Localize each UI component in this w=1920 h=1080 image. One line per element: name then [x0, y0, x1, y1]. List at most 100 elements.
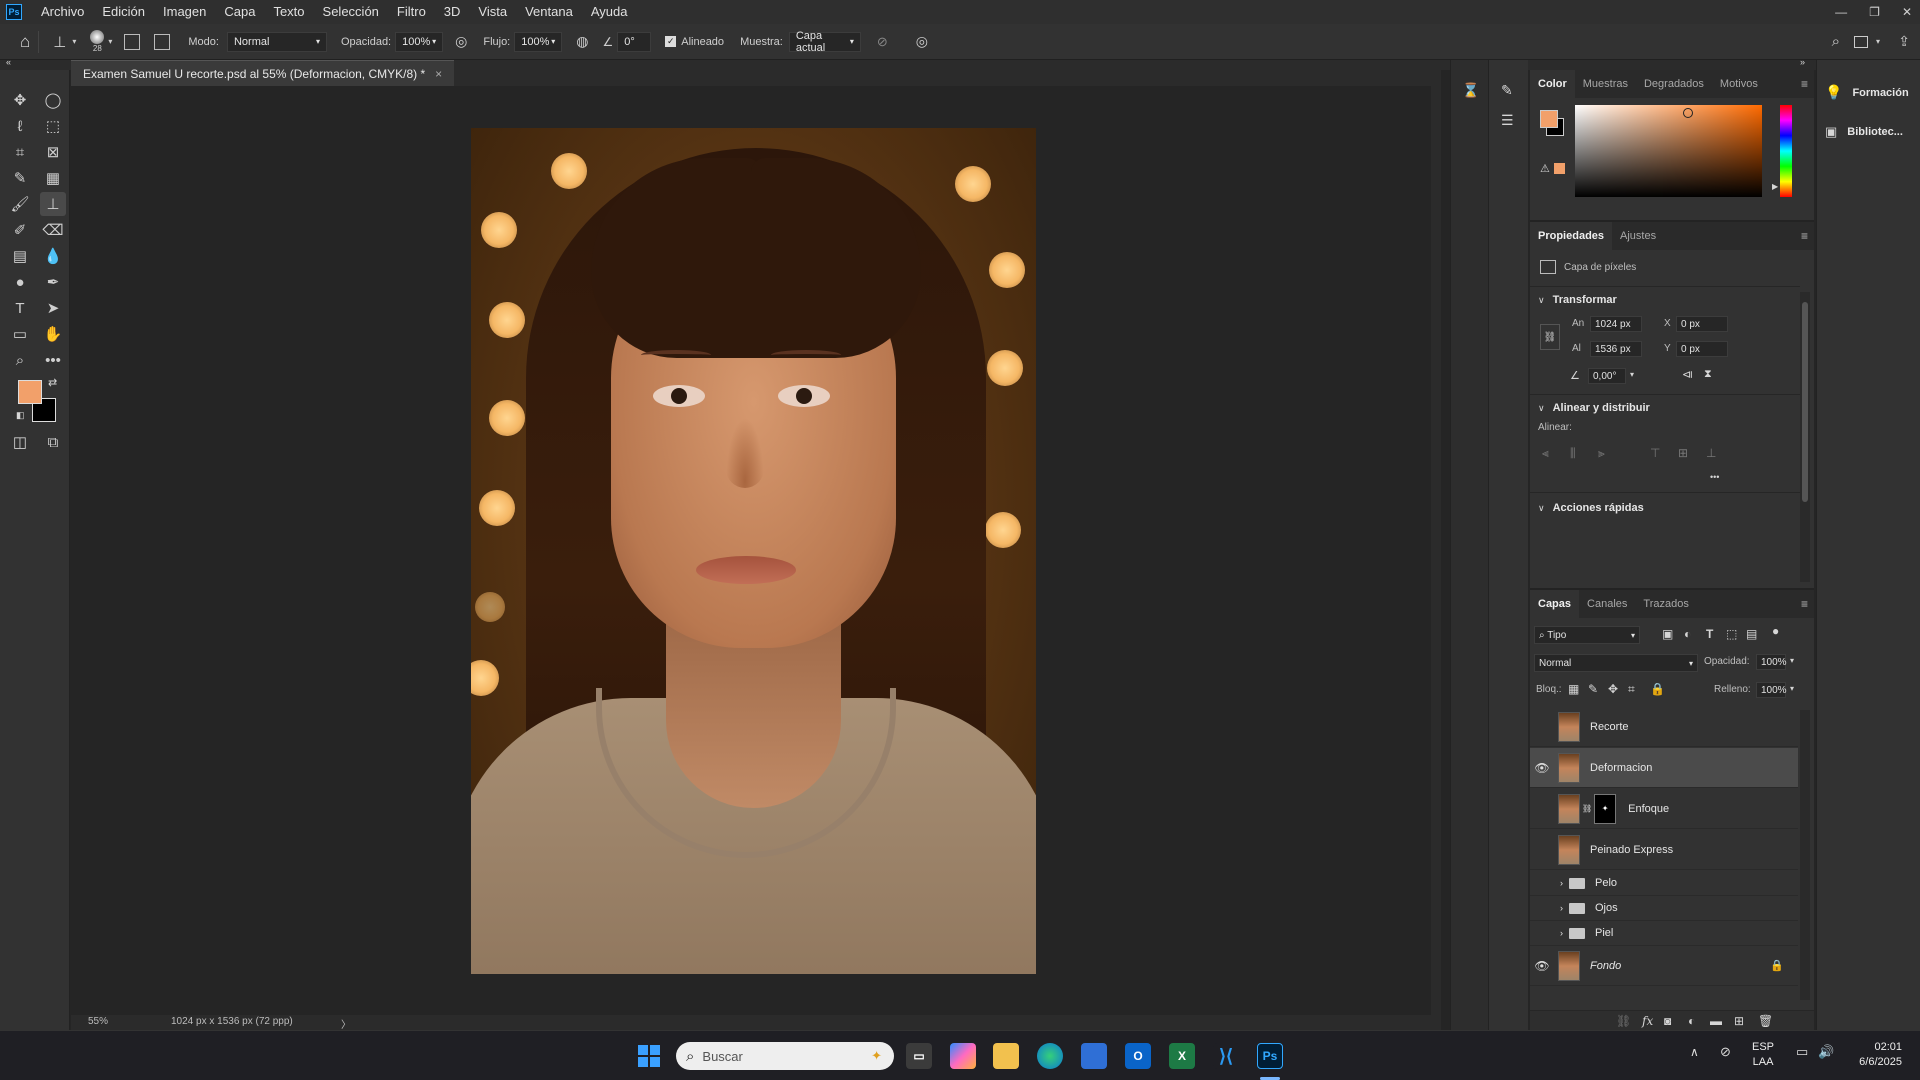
close-tab-icon[interactable]: × [435, 67, 442, 81]
layer-group-row[interactable]: › Pelo [1530, 871, 1798, 896]
learn-panel-button[interactable]: 💡 Formación [1825, 84, 1909, 101]
taskbar-search[interactable]: ⌕ Buscar ✦ [676, 1042, 894, 1070]
layer-name[interactable]: Ojos [1595, 902, 1618, 914]
lock-image-icon[interactable]: ✎ [1588, 682, 1598, 696]
align-section-title[interactable]: Alinear y distribuir [1553, 402, 1650, 414]
quick-mask-icon[interactable]: ◫ [7, 430, 33, 454]
language-indicator[interactable]: ESP LAA [1752, 1040, 1774, 1070]
tab-motivos[interactable]: Motivos [1712, 70, 1766, 98]
chevron-down-icon[interactable]: ▾ [1630, 370, 1634, 379]
y-input[interactable]: 0 px [1676, 341, 1728, 357]
sample-select[interactable]: Capa actual ▾ [788, 30, 861, 54]
quick-actions-title[interactable]: Acciones rápidas [1553, 502, 1644, 514]
flip-horizontal-icon[interactable]: ⧏ [1682, 368, 1693, 381]
link-dimensions-icon[interactable]: ⛓ [1540, 324, 1560, 350]
lock-artboard-icon[interactable]: ⌗ [1628, 682, 1635, 697]
layer-name[interactable]: Peinado Express [1590, 844, 1673, 856]
hue-slider-handle[interactable]: ▶ [1772, 182, 1778, 191]
foreground-color-swatch-top[interactable] [18, 380, 42, 404]
new-adjustment-icon[interactable]: ◐ [1688, 1014, 1695, 1028]
fill-input[interactable]: 100% [1756, 682, 1787, 698]
menu-edicion[interactable]: Edición [93, 0, 154, 24]
ignore-adjustment-icon[interactable]: ⊘ [877, 34, 888, 50]
align-hcenter-icon[interactable]: ⫼ [1570, 446, 1576, 461]
adjustments-panel-icon[interactable]: ☰ [1501, 112, 1514, 129]
layer-row[interactable]: ⛓ ✦ Enfoque [1530, 789, 1798, 829]
clone-source-icon[interactable] [154, 33, 171, 50]
clock[interactable]: 02:01 6/6/2025 [1846, 1040, 1902, 1070]
rotation-input[interactable]: 0,00° [1588, 368, 1626, 384]
lasso-tool-icon[interactable]: ℓ [7, 114, 33, 138]
filter-smart-object-icon[interactable]: ▤ [1746, 627, 1757, 641]
eyedropper-icon[interactable]: ✎ [7, 166, 33, 190]
edge-icon[interactable] [1037, 1043, 1063, 1069]
fx-icon[interactable]: fx [1642, 1014, 1653, 1028]
expand-group-icon[interactable]: › [1560, 878, 1563, 888]
filter-shape-icon[interactable]: ⬚ [1726, 627, 1737, 641]
flow-input[interactable]: 100% ▾ [514, 31, 563, 52]
gamut-swatch[interactable] [1554, 163, 1565, 174]
network-icon[interactable]: ⊘ [1720, 1044, 1731, 1060]
history-panel-icon[interactable]: ⌛ [1462, 82, 1479, 99]
new-layer-icon[interactable]: ⊞ [1734, 1014, 1744, 1028]
more-tools-icon[interactable]: ••• [40, 348, 66, 372]
task-view-icon[interactable]: ▭ [906, 1043, 932, 1069]
hue-slider[interactable] [1780, 105, 1792, 197]
layer-row[interactable]: 👁 Fondo 🔒 [1530, 946, 1798, 986]
layer-row[interactable]: Peinado Express [1530, 830, 1798, 870]
chevron-up-icon[interactable]: ∧ [1690, 1045, 1699, 1059]
x-input[interactable]: 0 px [1676, 316, 1728, 332]
zoom-level[interactable]: 55% [88, 1016, 108, 1027]
menu-imagen[interactable]: Imagen [154, 0, 215, 24]
store-icon[interactable] [1081, 1043, 1107, 1069]
menu-ventana[interactable]: Ventana [516, 0, 582, 24]
menu-archivo[interactable]: Archivo [32, 0, 93, 24]
layer-mask-thumbnail[interactable]: ✦ [1594, 793, 1617, 824]
menu-3d[interactable]: 3D [435, 0, 470, 24]
layer-name[interactable]: Fondo [1590, 960, 1621, 972]
tab-canales[interactable]: Canales [1579, 590, 1635, 618]
photoshop-taskbar-icon[interactable]: Ps [1257, 1043, 1283, 1069]
properties-scrollbar[interactable] [1800, 292, 1810, 582]
blur-tool-icon[interactable]: 💧 [40, 244, 66, 268]
add-mask-icon[interactable]: ◙ [1664, 1014, 1671, 1028]
align-right-icon[interactable]: ⫸ [1598, 446, 1605, 461]
angle-input[interactable]: 0° [617, 31, 652, 52]
new-group-icon[interactable]: ▬ [1710, 1014, 1722, 1028]
filter-adjustment-icon[interactable]: ◐ [1684, 627, 1691, 641]
tab-muestras[interactable]: Muestras [1575, 70, 1636, 98]
display-icon[interactable]: ▭ [1796, 1044, 1808, 1060]
gradient-tool-icon[interactable]: ▤ [7, 244, 33, 268]
tab-propiedades[interactable]: Propiedades [1530, 222, 1613, 250]
align-bottom-icon[interactable]: ⊥ [1706, 446, 1716, 460]
filter-toggle-icon[interactable]: ● [1772, 624, 1779, 638]
menu-seleccion[interactable]: Selección [314, 0, 388, 24]
close-icon[interactable]: ✕ [1902, 5, 1912, 19]
airbrush-icon[interactable]: ◍ [576, 33, 588, 50]
menu-texto[interactable]: Texto [264, 0, 313, 24]
menu-filtro[interactable]: Filtro [388, 0, 435, 24]
tab-trazados[interactable]: Trazados [1635, 590, 1696, 618]
crop-tool-icon[interactable]: ⌗ [7, 140, 33, 164]
layer-group-row[interactable]: › Ojos [1530, 896, 1798, 921]
filter-pixel-icon[interactable]: ▣ [1662, 627, 1673, 641]
eraser-tool-icon[interactable]: ⌫ [40, 218, 66, 242]
collapse-right-icon[interactable]: » [1800, 57, 1805, 67]
zoom-tool-icon[interactable]: ⌕ [7, 348, 33, 372]
hand-tool-icon[interactable]: ✋ [40, 322, 66, 346]
search-icon[interactable]: ⌕ [1832, 33, 1840, 50]
chevron-down-icon[interactable]: ▾ [1790, 684, 1794, 693]
workspace-icon[interactable] [1854, 35, 1868, 48]
portrait-canvas-image[interactable] [471, 128, 1036, 974]
default-colors-icon[interactable]: ◧ [16, 410, 25, 421]
align-left-icon[interactable]: ⫷ [1542, 446, 1549, 461]
chevron-down-icon[interactable]: ▾ [108, 37, 112, 46]
dodge-tool-icon[interactable]: ● [7, 270, 33, 294]
link-layers-icon[interactable]: ⛓ [1616, 1014, 1631, 1028]
canvas-scrollbar[interactable] [1431, 86, 1441, 1015]
status-info-arrow[interactable]: 〉 [341, 1016, 351, 1031]
brush-panel-icon[interactable]: ✎ [1501, 82, 1513, 99]
tab-capas[interactable]: Capas [1530, 590, 1580, 618]
path-selection-icon[interactable]: ➤ [40, 296, 66, 320]
expand-group-icon[interactable]: › [1560, 928, 1563, 938]
